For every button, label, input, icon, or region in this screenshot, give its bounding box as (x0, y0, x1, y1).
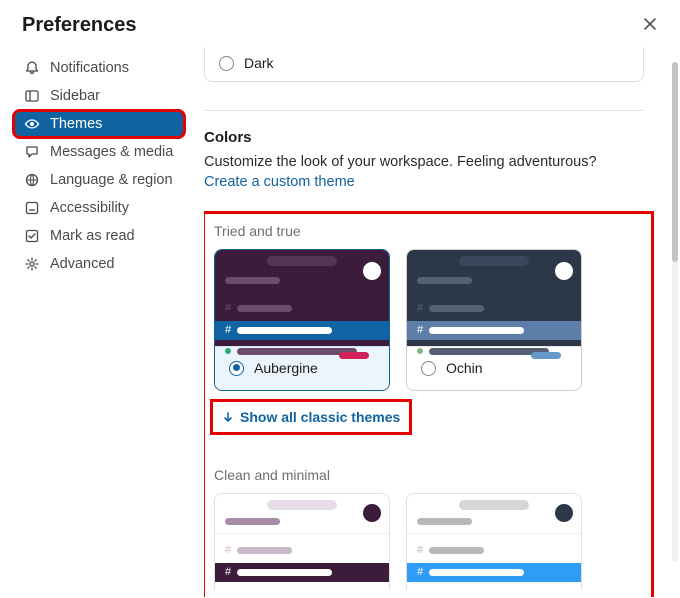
sidebar-item-label: Accessibility (50, 200, 129, 216)
dark-mode-label: Dark (244, 55, 274, 71)
colors-section-desc: Customize the look of your workspace. Fe… (204, 154, 597, 170)
sidebar-item-sidebar[interactable]: Sidebar (14, 83, 184, 109)
theme-preview: # # (407, 494, 581, 590)
theme-radio[interactable] (421, 361, 436, 376)
create-custom-theme-link[interactable]: Create a custom theme (204, 174, 355, 190)
dark-mode-option[interactable]: Dark (204, 47, 644, 82)
theme-radio[interactable] (229, 361, 244, 376)
theme-card-ochin[interactable]: # # Ochin (406, 249, 582, 391)
eye-icon (24, 116, 40, 132)
sidebar-item-label: Themes (50, 116, 102, 132)
chevron-down-icon (222, 411, 234, 423)
theme-label: Ochin (446, 360, 483, 376)
sidebar-item-accessibility[interactable]: Accessibility (14, 195, 184, 221)
sidebar-item-label: Messages & media (50, 144, 173, 160)
close-button[interactable] (642, 16, 658, 36)
scrollbar-thumb[interactable] (672, 62, 678, 262)
page-title: Preferences (22, 14, 137, 37)
radio-unselected[interactable] (219, 56, 234, 71)
sidebar-item-label: Language & region (50, 172, 173, 188)
theme-group-clean-minimal: Clean and minimal (214, 467, 662, 483)
accessibility-icon (24, 200, 40, 216)
preferences-sidebar: Notifications Sidebar Themes Messages & med… (0, 47, 190, 597)
sidebar-item-notifications[interactable]: Notifications (14, 55, 184, 81)
theme-group-tried-true: Tried and true (214, 223, 642, 239)
theme-label: Aubergine (254, 360, 318, 376)
close-icon (642, 16, 658, 32)
theme-preview: # # (407, 250, 581, 346)
theme-card-clean-b[interactable]: # # (406, 493, 582, 590)
theme-card-clean-a[interactable]: # # (214, 493, 390, 590)
show-all-classic-themes[interactable]: Show all classic themes (212, 401, 410, 433)
sidebar-item-mark-as-read[interactable]: Mark as read (14, 223, 184, 249)
sidebar-item-label: Mark as read (50, 228, 135, 244)
theme-preview: # # (215, 494, 389, 590)
sidebar-item-language-region[interactable]: Language & region (14, 167, 184, 193)
section-divider (204, 110, 644, 111)
sidebar-item-label: Sidebar (50, 88, 100, 104)
colors-section-title: Colors (204, 129, 680, 146)
sidebar-item-label: Notifications (50, 60, 129, 76)
theme-card-aubergine[interactable]: # # Aubergine (214, 249, 390, 391)
chat-icon (24, 144, 40, 160)
bell-icon (24, 60, 40, 76)
theme-preview: # # (215, 250, 389, 346)
gear-icon (24, 256, 40, 272)
globe-icon (24, 172, 40, 188)
scrollbar[interactable] (672, 62, 678, 562)
check-icon (24, 228, 40, 244)
sidebar-item-themes[interactable]: Themes (14, 111, 184, 137)
panel-icon (24, 88, 40, 104)
sidebar-item-advanced[interactable]: Advanced (14, 251, 184, 277)
sidebar-item-label: Advanced (50, 256, 115, 272)
sidebar-item-messages-media[interactable]: Messages & media (14, 139, 184, 165)
